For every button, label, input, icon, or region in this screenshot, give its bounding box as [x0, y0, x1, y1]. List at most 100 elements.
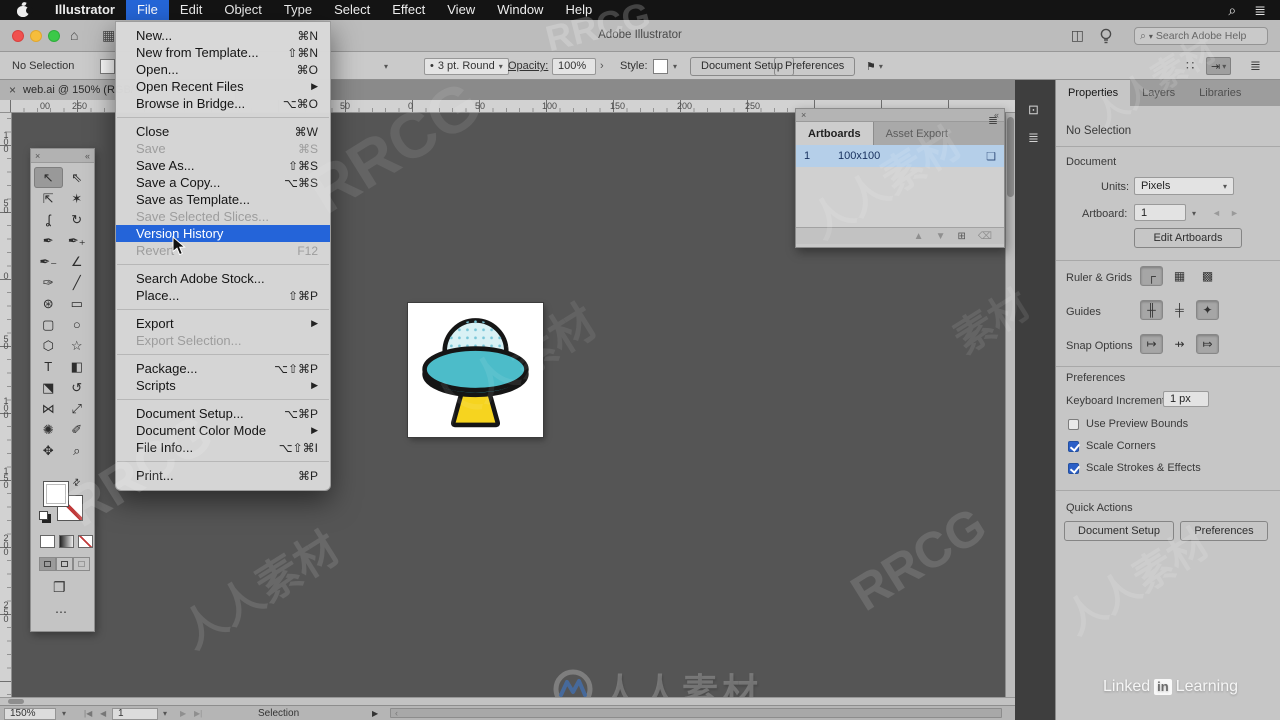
menubar-item[interactable]: Help	[554, 0, 603, 20]
move-down-icon[interactable]: ▼	[936, 231, 946, 242]
add-anchor-point-tool[interactable]: ✒₊	[63, 230, 92, 251]
show-grid-icon[interactable]: ▦	[1168, 266, 1191, 286]
magic-wand-tool[interactable]: ✶	[63, 188, 92, 209]
gradient-button[interactable]	[59, 535, 74, 548]
artboard[interactable]	[408, 303, 543, 437]
touch-workspace-icon[interactable]: ∷	[1186, 52, 1194, 80]
menubar-item[interactable]: File	[125, 0, 169, 20]
lasso-tool[interactable]: ʆ	[34, 209, 63, 230]
artboard-name[interactable]: 100x100	[832, 150, 986, 162]
menubar-item[interactable]: Edit	[169, 0, 213, 20]
fill-swatch[interactable]	[100, 58, 115, 74]
move-up-icon[interactable]: ▲	[914, 231, 924, 242]
prev-artboard-icon[interactable]: ◄	[1212, 208, 1221, 218]
rectangle-tool[interactable]: ▭	[63, 293, 92, 314]
units-dropdown[interactable]: Pixels ▾	[1134, 177, 1234, 195]
panel-tab[interactable]: Properties	[1056, 80, 1131, 106]
delete-artboard-icon[interactable]: ⌫	[978, 231, 992, 242]
menubar-item[interactable]: Illustrator	[44, 0, 126, 20]
show-guides-icon[interactable]: ╫	[1140, 300, 1163, 320]
checkbox-row[interactable]: Use Preview Bounds	[1068, 418, 1188, 430]
artboard-nav-field[interactable]: 1	[112, 707, 158, 720]
menu-item[interactable]: Search Adobe Stock...	[116, 270, 330, 287]
draw-normal-mode[interactable]	[39, 557, 56, 571]
zoom-tool[interactable]: ⌕	[63, 440, 92, 461]
group-selection-tool[interactable]: ⇱	[34, 188, 63, 209]
workspace-menu-icon[interactable]: ≣	[1250, 52, 1261, 80]
chevron-down-icon[interactable]: ▾	[163, 706, 167, 720]
collapse-panel-icon[interactable]: «	[85, 151, 90, 161]
document-setup-button[interactable]: Document Setup	[1064, 521, 1174, 541]
menu-item[interactable]: Open... ⌘O	[116, 61, 330, 78]
color-button[interactable]	[40, 535, 55, 548]
menubar-item[interactable]: Effect	[381, 0, 436, 20]
edit-toolbar-icon[interactable]: ⋯	[55, 605, 68, 619]
menu-item[interactable]: New from Template... ⇧⌘N	[116, 44, 330, 61]
scale-tool[interactable]: ⤢	[63, 398, 92, 419]
smart-guides-icon[interactable]: ✦	[1196, 300, 1219, 320]
show-transparency-grid-icon[interactable]: ▩	[1196, 266, 1219, 286]
line-segment-tool[interactable]: ╱	[63, 272, 92, 293]
none-button[interactable]	[78, 535, 93, 548]
type-tool[interactable]: T	[34, 356, 63, 377]
zoom-level-field[interactable]: 150%	[4, 707, 56, 720]
menubar-item[interactable]: Select	[323, 0, 381, 20]
preferences-button[interactable]: Preferences	[774, 56, 856, 76]
next-artboard-icon[interactable]: ►	[1230, 208, 1239, 218]
pen-tool[interactable]: ✒	[34, 230, 63, 251]
default-fill-stroke-icon[interactable]	[39, 511, 48, 520]
menubar-item[interactable]: View	[436, 0, 486, 20]
use-preview-bounds-checkbox[interactable]	[1068, 418, 1079, 430]
ellipse-tool[interactable]: ○	[63, 314, 92, 335]
menu-item[interactable]: Scripts ▶	[116, 377, 330, 394]
last-artboard-icon[interactable]: ▶|	[194, 706, 202, 720]
scrollbar-thumb[interactable]	[1007, 117, 1014, 197]
panel-tab[interactable]: Libraries	[1187, 80, 1253, 106]
next-artboard-icon[interactable]: ▶	[180, 706, 186, 720]
status-scroll-track[interactable]: ‹	[390, 708, 1002, 718]
menu-item[interactable]: New... ⌘N	[116, 27, 330, 44]
checkbox-row[interactable]: Scale Corners	[1068, 440, 1156, 452]
menu-item[interactable]: Print... ⌘P	[116, 467, 330, 484]
menu-item[interactable]: Close ⌘W	[116, 123, 330, 140]
direct-selection-tool[interactable]: ⇖	[63, 167, 92, 188]
lightbulb-icon[interactable]	[1100, 28, 1112, 44]
draw-inside-mode[interactable]	[73, 557, 90, 571]
snap-to-pixel-icon[interactable]: ⤇	[1196, 334, 1219, 354]
scale-strokes-effects-checkbox[interactable]	[1068, 462, 1079, 474]
menu-item[interactable]: Revert F12	[116, 242, 330, 259]
menu-item[interactable]: Open Recent Files ▶	[116, 78, 330, 95]
chevron-down-icon[interactable]: ▾	[1192, 209, 1196, 218]
artboard-page-icon[interactable]: ❏	[986, 150, 996, 163]
stroke-weight-chevron-icon[interactable]: ▾	[384, 52, 388, 80]
menubar-item[interactable]: Object	[213, 0, 273, 20]
curvature-tool[interactable]: ✑	[34, 272, 63, 293]
vertical-scrollbar[interactable]	[1005, 113, 1015, 697]
menu-item[interactable]: Document Color Mode ▶	[116, 422, 330, 439]
shape-builder-tool[interactable]: ⬔	[34, 377, 63, 398]
edit-artboards-button[interactable]: Edit Artboards	[1134, 228, 1242, 248]
opacity-field[interactable]: 100%	[552, 57, 596, 75]
opacity-spinner-icon[interactable]: ›	[600, 52, 604, 80]
artboard-select[interactable]: 1	[1134, 204, 1186, 221]
help-search-field[interactable]: ⌕ ▾ Search Adobe Help	[1134, 27, 1268, 45]
menu-item[interactable]: Export ▶	[116, 315, 330, 332]
delete-anchor-point-tool[interactable]: ✒₋	[34, 251, 63, 272]
menubar-item[interactable]: Type	[273, 0, 323, 20]
anchor-point-tool[interactable]: ∠	[63, 251, 92, 272]
selection-tool[interactable]: ↖	[34, 167, 63, 188]
scrollbar-thumb[interactable]	[8, 699, 24, 704]
fill-stroke-control[interactable]: ⇄	[39, 476, 87, 525]
menu-item[interactable]: Place... ⇧⌘P	[116, 287, 330, 304]
draw-behind-mode[interactable]	[56, 557, 73, 571]
selection-flag-icon[interactable]: ⚑	[866, 60, 876, 73]
first-artboard-icon[interactable]: |◀	[84, 706, 92, 720]
fill-color-swatch[interactable]	[43, 481, 69, 507]
menu-item[interactable]: Document Setup... ⌥⌘P	[116, 405, 330, 422]
new-artboard-icon[interactable]: ⊞	[957, 231, 965, 242]
panel-menu-icon[interactable]: ≣	[988, 113, 998, 127]
close-document-icon[interactable]: ×	[9, 83, 16, 97]
eyedropper-tool[interactable]: ✐	[63, 419, 92, 440]
align-panel-icon[interactable]: ≣	[1028, 130, 1039, 146]
100x100[interactable]: 1 100x100 ❏	[796, 145, 1004, 167]
